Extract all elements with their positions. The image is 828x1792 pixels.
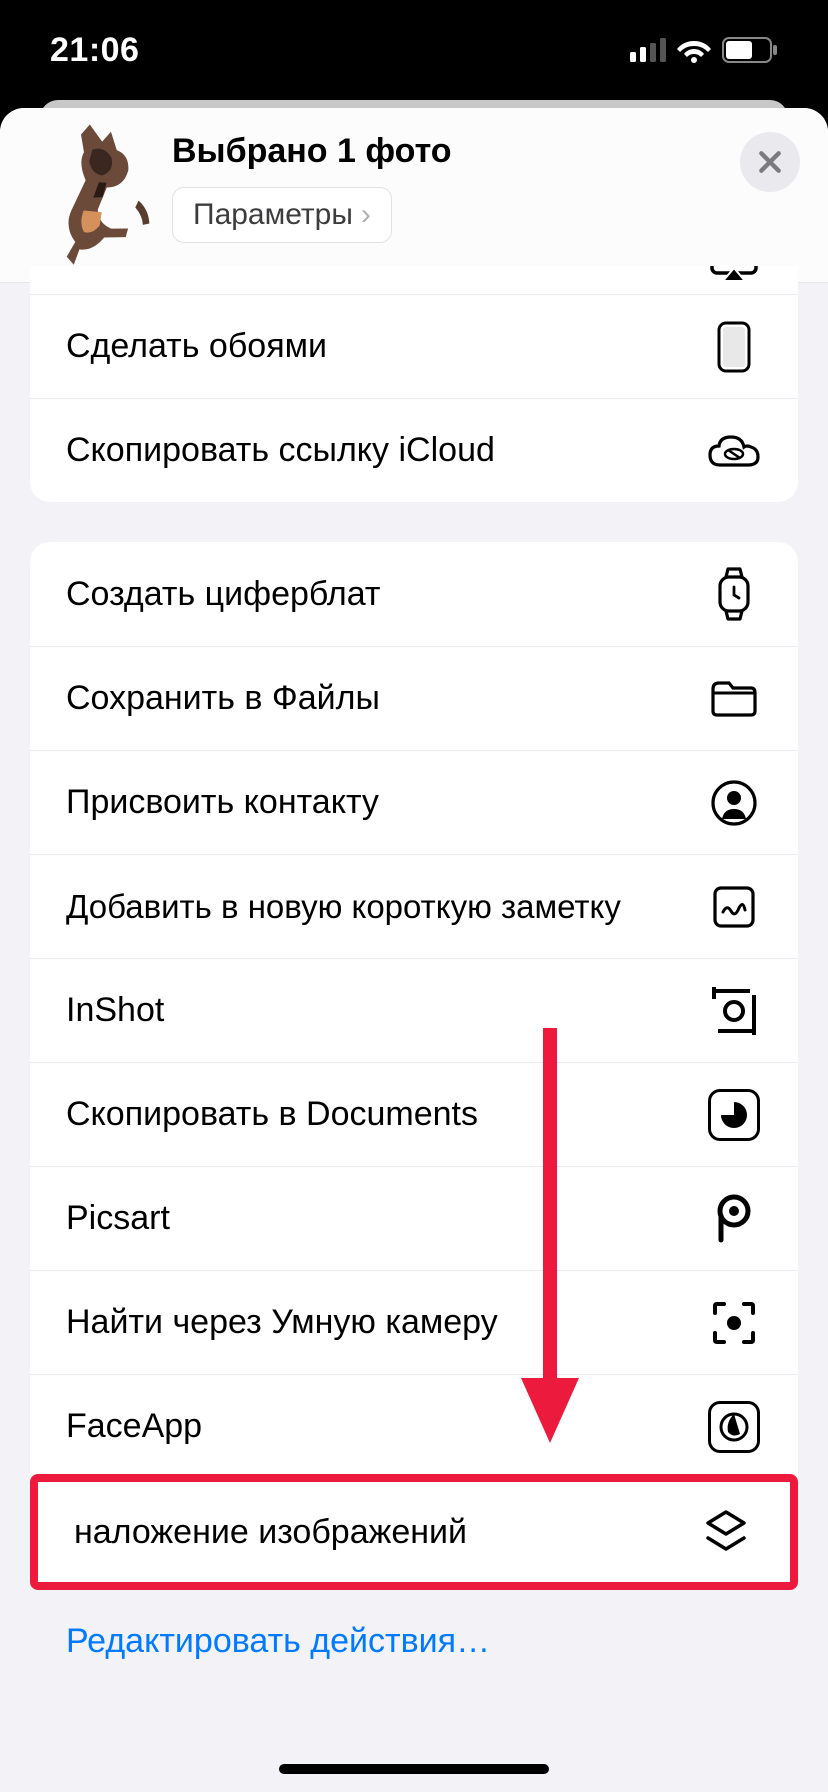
airplay-icon [706, 266, 762, 290]
edit-actions-link[interactable]: Редактировать действия… [30, 1590, 798, 1693]
faceapp-icon [706, 1399, 762, 1455]
status-bar: 21:06 [0, 0, 828, 100]
action-save-to-files[interactable]: Сохранить в Файлы [30, 646, 798, 750]
highlighted-action: наложение изображений [30, 1474, 798, 1590]
action-copy-documents[interactable]: Скопировать в Documents [30, 1062, 798, 1166]
phone-icon [706, 319, 762, 375]
folder-icon [706, 671, 762, 727]
options-button[interactable]: Параметры › [172, 187, 392, 243]
options-label: Параметры [193, 198, 353, 232]
action-smart-camera[interactable]: Найти через Умную камеру [30, 1270, 798, 1374]
quicknote-icon [706, 879, 762, 935]
wifi-icon [676, 37, 712, 63]
layers-icon [698, 1504, 754, 1560]
action-wallpaper[interactable]: Сделать обоями [30, 294, 798, 398]
status-icons [630, 37, 778, 63]
share-title: Выбрано 1 фото [172, 132, 452, 171]
actions-scroll[interactable]: AirPlay Сделать обоями Скопировать ссылк… [0, 266, 828, 1792]
action-create-watchface[interactable]: Создать циферблат [30, 542, 798, 646]
watch-icon [706, 566, 762, 622]
action-inshot[interactable]: InShot [30, 958, 798, 1062]
battery-icon [722, 37, 778, 63]
chevron-right-icon: › [361, 198, 371, 232]
share-sheet: Выбрано 1 фото Параметры › AirPlay Сдела… [0, 108, 828, 1792]
action-group-2: Создать циферблат Сохранить в Файлы Прис… [30, 542, 798, 1590]
action-add-quicknote[interactable]: Добавить в новую короткую заметку [30, 854, 798, 958]
share-header: Выбрано 1 фото Параметры › [0, 108, 828, 283]
close-button[interactable] [740, 132, 800, 192]
action-faceapp[interactable]: FaceApp [30, 1374, 798, 1478]
action-assign-contact[interactable]: Присвоить контакту [30, 750, 798, 854]
contact-icon [706, 775, 762, 831]
cat-thumbnail-image [2, 108, 183, 282]
close-icon [757, 149, 783, 175]
cellular-icon [630, 38, 666, 62]
picsart-icon [706, 1191, 762, 1247]
home-indicator[interactable] [279, 1764, 549, 1774]
action-image-overlay[interactable]: наложение изображений [38, 1482, 790, 1582]
action-picsart[interactable]: Picsart [30, 1166, 798, 1270]
smart-camera-icon [706, 1295, 762, 1351]
documents-app-icon [706, 1087, 762, 1143]
action-copy-icloud-link[interactable]: Скопировать ссылку iCloud [30, 398, 798, 502]
photo-thumbnail[interactable] [28, 128, 158, 258]
icloud-link-icon [706, 423, 762, 479]
inshot-icon [706, 983, 762, 1039]
action-airplay[interactable]: AirPlay [30, 266, 798, 294]
status-time: 21:06 [50, 31, 139, 70]
action-group-1: AirPlay Сделать обоями Скопировать ссылк… [30, 266, 798, 502]
